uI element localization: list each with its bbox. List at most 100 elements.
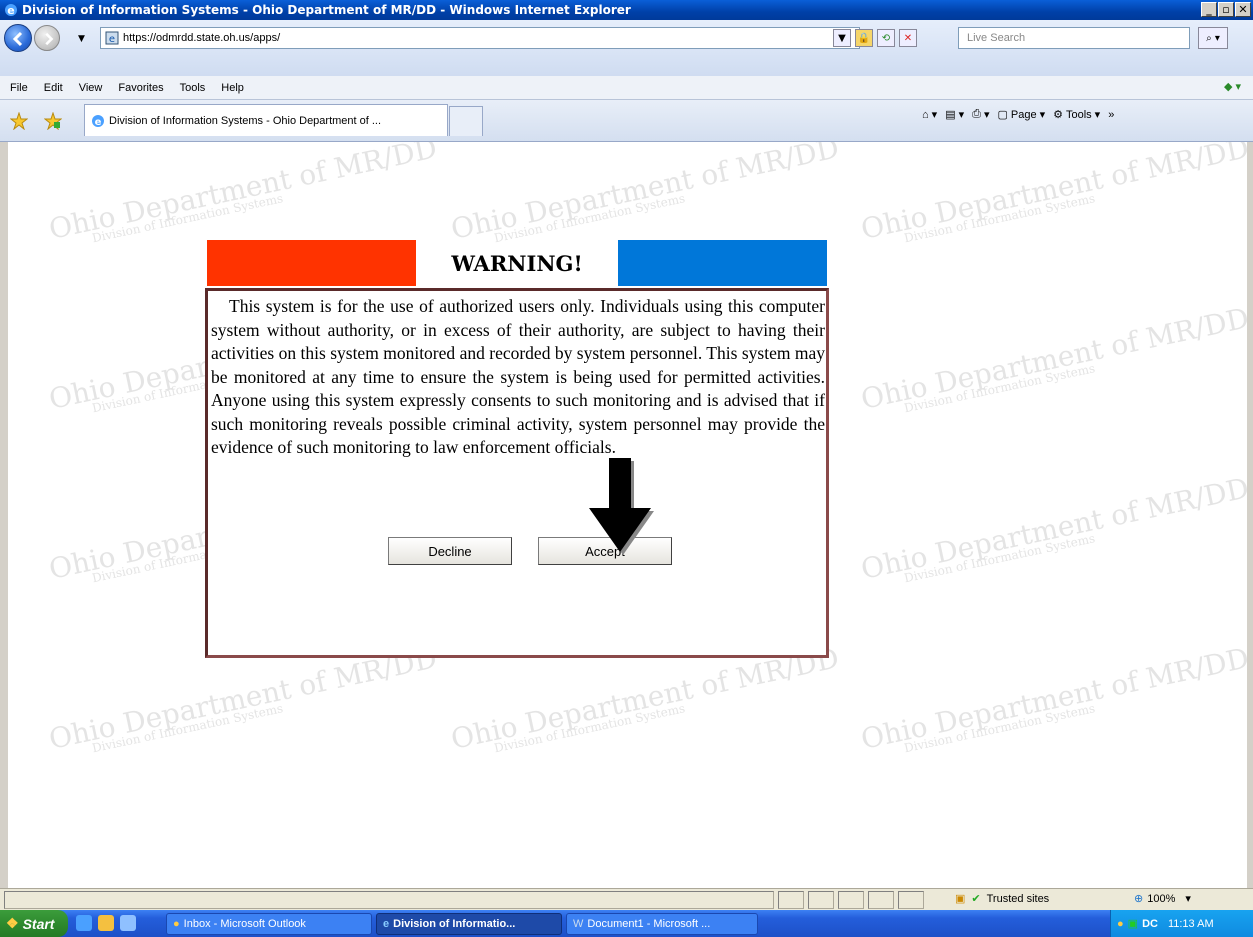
taskbar-button-label: Inbox - Microsoft Outlook [183,918,306,930]
address-url: https://odmrdd.state.oh.us/apps/ [123,32,281,44]
gear-icon: ⚙ [1053,109,1063,121]
security-zone[interactable]: ▣ ✔ Trusted sites [955,892,1050,906]
chevron-down-icon: ▾ [1185,893,1191,905]
favorites-star-icon[interactable] [10,112,28,130]
watermark-line2: Division of Information Systems [492,701,687,756]
menu-favorites[interactable]: Favorites [110,82,171,94]
watermark-line1: Ohio Department of MR/DD [858,641,1252,756]
lock-icon[interactable]: 🔒 [855,29,873,47]
page-icon: e [105,31,119,45]
watermark-line1: Ohio Department of MR/DD [46,641,440,756]
status-cell [808,891,834,909]
watermark-line1: Ohio Department of MR/DD [448,641,842,756]
svg-text:e: e [109,34,115,45]
menu-bar: File Edit View Favorites Tools Help ◆ ▾ [0,76,1253,100]
zoom-control[interactable]: ⊕ 100% ▾ [1134,892,1191,906]
status-text-cell [4,891,774,909]
ie-quicklaunch-icon[interactable] [76,915,92,931]
watermark-line1: Ohio Department of MR/DD [858,142,1252,246]
new-tab-button[interactable] [449,106,483,136]
search-icon: ⌕ ▾ [1206,32,1220,44]
tools-menu-button[interactable]: ⚙ Tools ▾ [1053,108,1100,122]
page-menu-button[interactable]: ▢ Page ▾ [997,108,1045,122]
desktop-quicklaunch-icon[interactable] [120,915,136,931]
outlook-quicklaunch-icon[interactable] [98,915,114,931]
tray-app-icon[interactable]: DC [1142,918,1158,930]
svg-text:e: e [95,117,102,128]
tab-active[interactable]: e Division of Information Systems - Ohio… [84,104,448,136]
tab-bar: e Division of Information Systems - Ohio… [0,100,1253,142]
status-cell [898,891,924,909]
watermark-line2: Division of Information Systems [90,701,285,756]
address-toolbar: ▼ e https://odmrdd.state.oh.us/apps/ ▼ 🔒… [0,20,1253,76]
toolbar-extension-icon[interactable]: ◆ ▾ [1224,80,1241,93]
arrow-down-icon [589,458,654,555]
address-field[interactable]: e https://odmrdd.state.oh.us/apps/ [100,27,860,49]
warning-red-bar [207,240,416,286]
decline-button[interactable]: Decline [388,537,512,565]
stop-icon[interactable]: ✕ [899,29,917,47]
watermark-line2: Division of Information Systems [90,191,285,246]
watermark: Ohio Department of MR/DDDivision of Info… [46,641,441,763]
menu-file[interactable]: File [2,82,36,94]
ie-icon: e [5,4,17,17]
network-icon[interactable]: ▣ [1128,917,1138,930]
start-label: Start [22,915,55,932]
watermark: Ohio Department of MR/DDDivision of Info… [448,641,843,763]
maximize-button[interactable]: ▫ [1218,2,1234,17]
search-input[interactable]: Live Search [958,27,1190,49]
warning-title: WARNING! [451,250,583,276]
watermark-line2: Division of Information Systems [902,701,1097,756]
watermark: Ohio Department of MR/DDDivision of Info… [46,142,441,254]
page-icon: ▢ [997,109,1008,121]
watermark-line2: Division of Information Systems [902,531,1097,586]
status-cell [838,891,864,909]
watermark-line2: Division of Information Systems [902,191,1097,246]
start-button[interactable]: ❖ Start [0,910,68,937]
home-button[interactable]: ⌂ ▾ [922,108,937,122]
zone-label: Trusted sites [986,892,1050,905]
watermark: Ohio Department of MR/DDDivision of Info… [858,142,1253,254]
forward-button[interactable] [34,25,60,51]
back-button[interactable] [4,24,32,52]
chevron-more-icon[interactable]: » [1108,109,1114,121]
system-tray: ● ▣ DC 11:13 AM [1110,910,1253,937]
refresh-icon[interactable]: ⟲ [877,29,895,47]
taskbar-button-word[interactable]: W Document1 - Microsoft ... [566,913,758,935]
print-button[interactable]: ⎙ ▾ [972,108,989,121]
word-icon: W [573,918,584,930]
printer-icon: ⎙ [972,108,981,120]
menu-tools[interactable]: Tools [172,82,214,94]
menu-help[interactable]: Help [213,82,252,94]
warning-box: This system is for the use of authorized… [205,288,829,658]
quick-launch [76,915,136,931]
watermark: Ohio Department of MR/DDDivision of Info… [858,471,1253,593]
history-dropdown-icon[interactable]: ▼ [78,34,85,44]
taskbar-button-outlook[interactable]: ● Inbox - Microsoft Outlook [166,913,372,935]
arrow-left-icon [12,31,23,47]
warning-text: This system is for the use of authorized… [211,296,825,457]
watermark-line1: Ohio Department of MR/DD [46,142,440,246]
watermark-line1: Ohio Department of MR/DD [448,142,842,246]
search-button[interactable]: ⌕ ▾ [1198,27,1228,49]
warning-header: WARNING! [207,240,827,286]
menu-edit[interactable]: Edit [36,82,71,94]
zoom-icon: ⊕ [1134,893,1144,905]
feeds-icon: ▤ [945,109,956,121]
taskbar-button-ie[interactable]: e Division of Informatio... [376,913,562,935]
right-border [1247,142,1253,888]
close-button[interactable]: ✕ [1235,2,1251,17]
menu-view[interactable]: View [71,82,111,94]
feeds-button[interactable]: ▤ ▾ [945,108,964,121]
minimize-button[interactable]: _ [1201,2,1217,17]
svg-text:e: e [7,4,14,17]
search-placeholder: Live Search [967,32,1026,44]
clock: 11:13 AM [1167,917,1214,930]
watermark-line2: Division of Information Systems [492,191,687,246]
add-favorites-icon[interactable] [44,112,62,130]
address-dropdown-button[interactable]: ▼ [833,29,851,47]
zoom-level: 100% [1147,892,1176,905]
command-bar: ⌂ ▾ ▤ ▾ ⎙ ▾ ▢ Page ▾ ⚙ Tools ▾ » [922,108,1114,121]
tray-icon[interactable]: ● [1117,918,1124,930]
tab-label: Division of Information Systems - Ohio D… [109,114,382,127]
